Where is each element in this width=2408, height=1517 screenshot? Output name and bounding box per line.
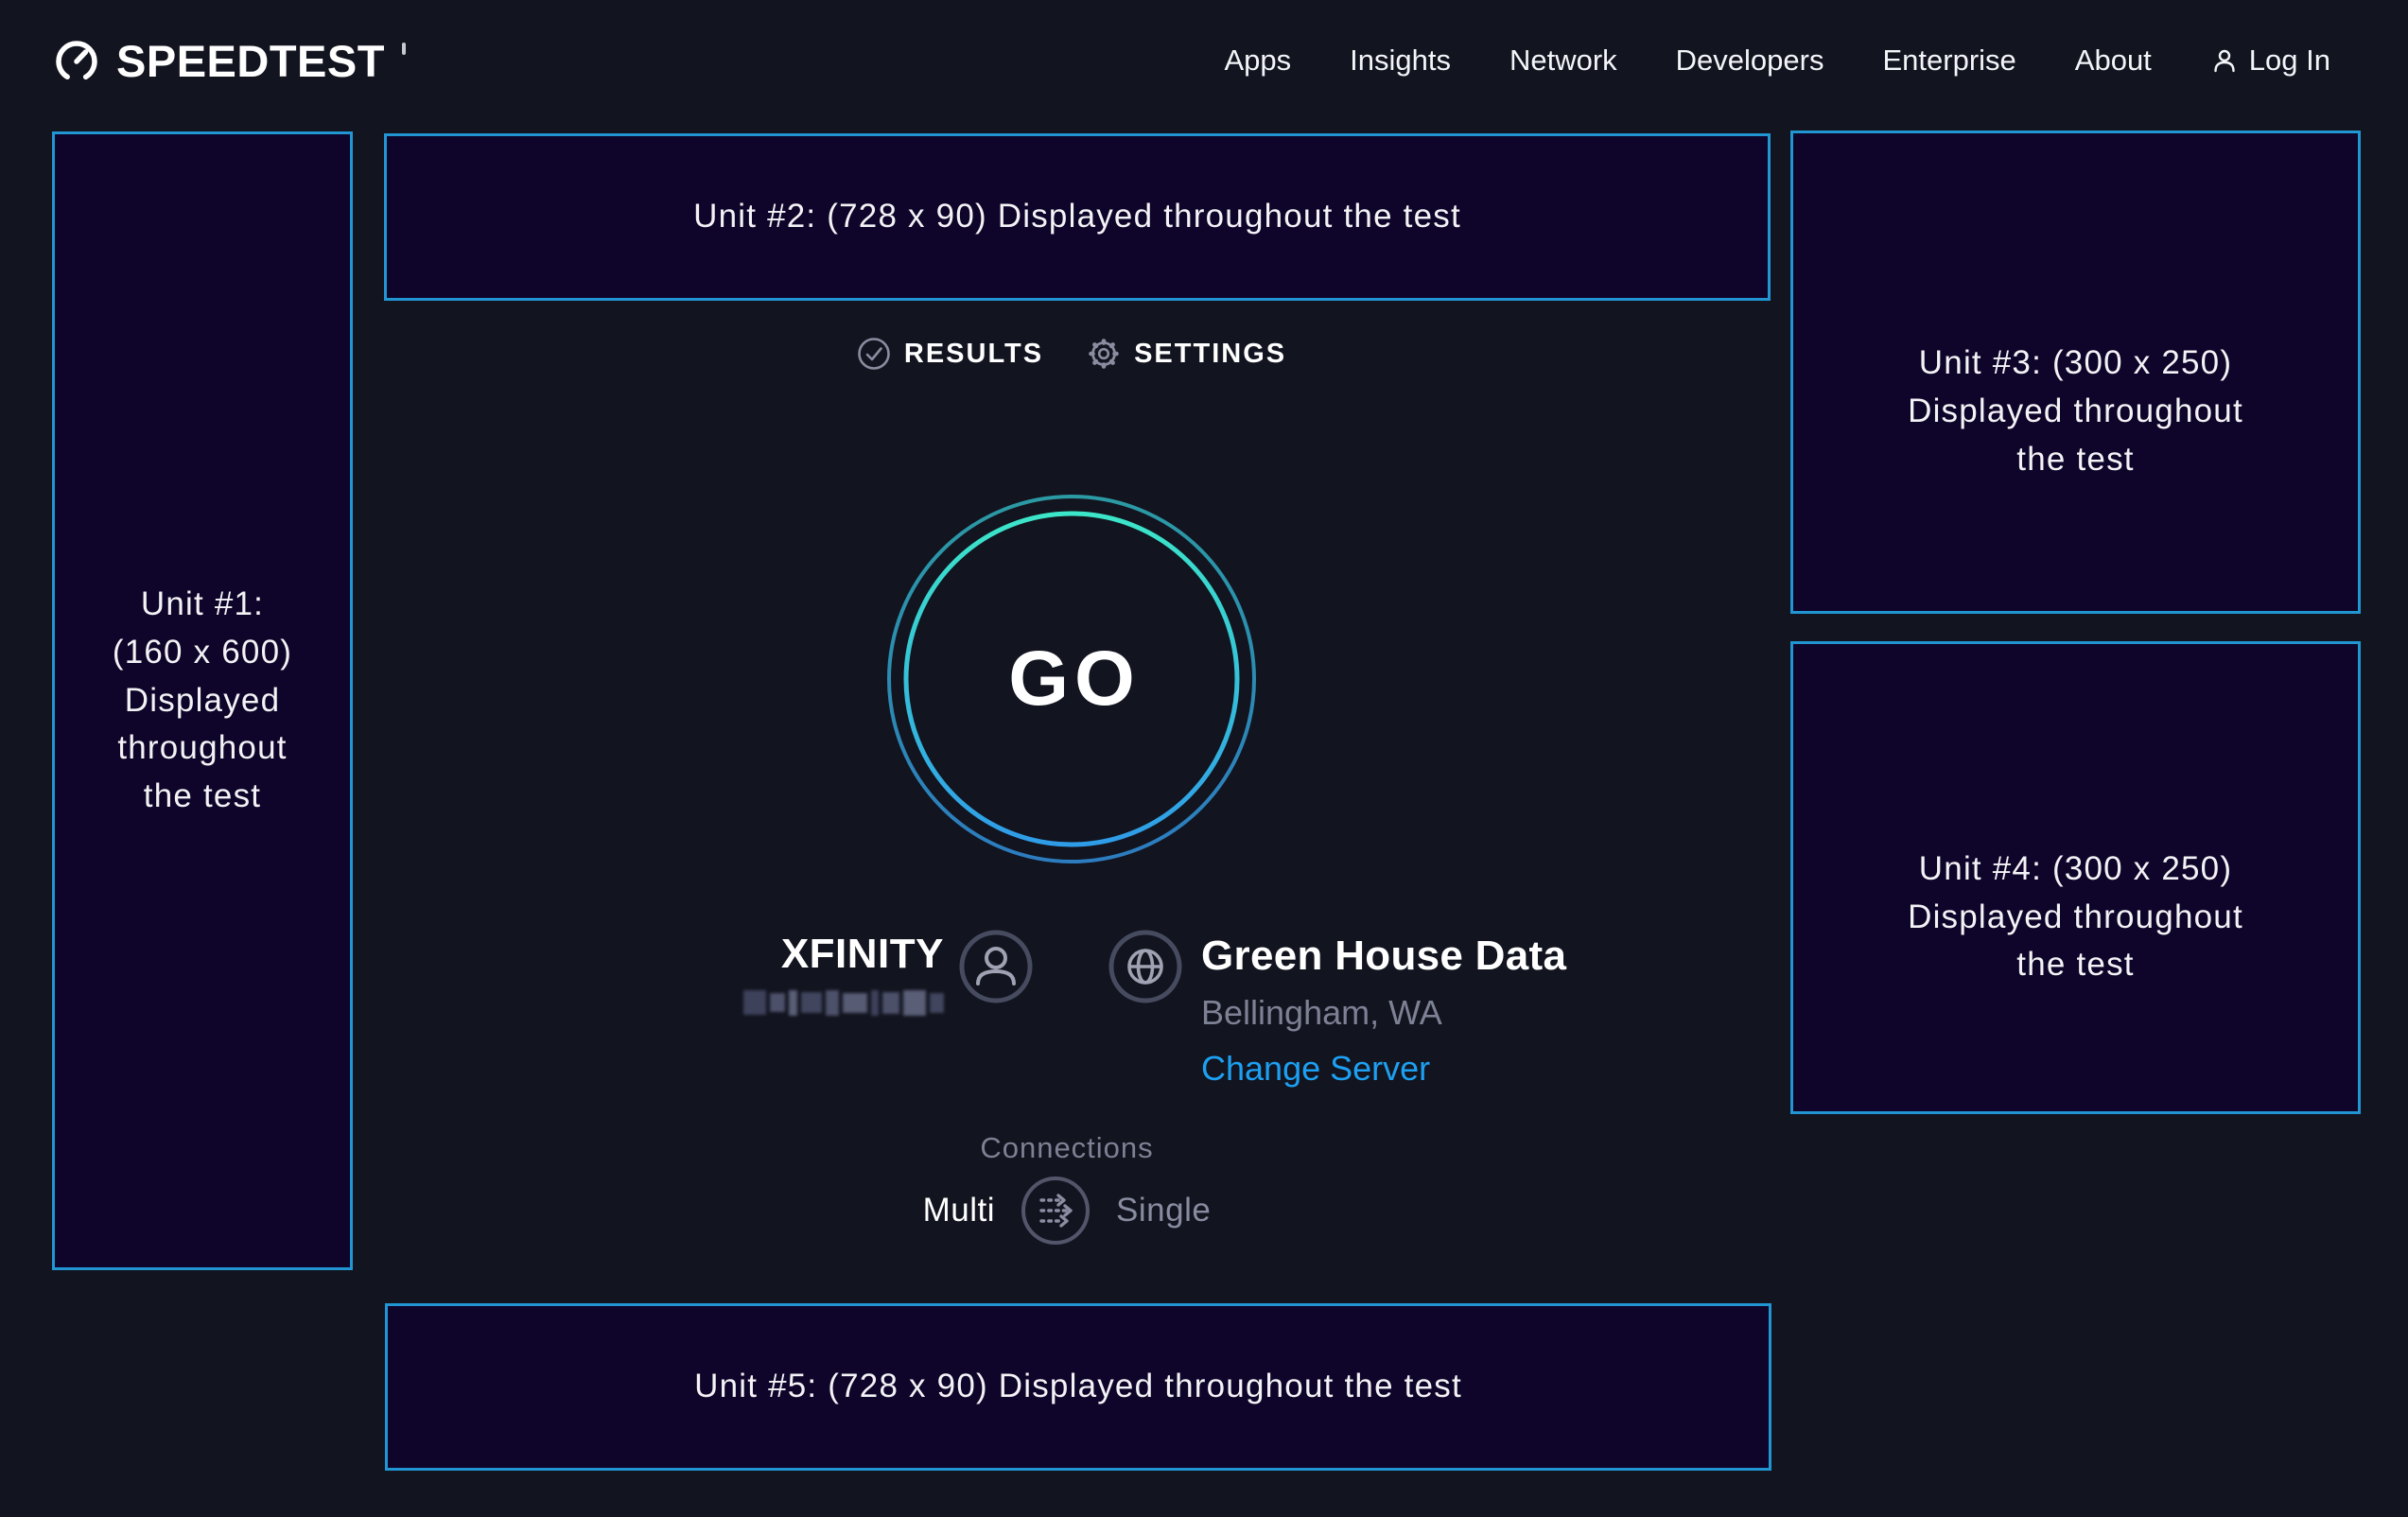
settings-button[interactable]: SETTINGS	[1087, 337, 1286, 371]
login-button[interactable]: Log In	[2210, 44, 2330, 78]
server-globe-icon	[1108, 930, 1182, 1003]
server-location: Bellingham, WA	[1201, 993, 1566, 1033]
results-button[interactable]: RESULTS	[857, 337, 1043, 371]
ad-unit-3[interactable]: Unit #3: (300 x 250) Displayed throughou…	[1790, 131, 2361, 614]
results-settings-toolbar: RESULTS	[0, 337, 2143, 371]
speedtest-logo[interactable]: SPEEDTEST	[52, 36, 406, 85]
isp-block: XFINITY	[734, 931, 944, 1017]
nav-item-about[interactable]: About	[2075, 44, 2152, 78]
server-block: Green House Data Bellingham, WA Change S…	[1201, 933, 1566, 1089]
ad-unit-5[interactable]: Unit #5: (728 x 90) Displayed throughout…	[385, 1303, 1771, 1471]
trademark-mark	[402, 43, 406, 55]
settings-label: SETTINGS	[1134, 339, 1286, 370]
nav-item-network[interactable]: Network	[1509, 44, 1617, 78]
connections-single-option[interactable]: Single	[1116, 1192, 1211, 1229]
ad-unit-1[interactable]: Unit #1: (160 x 600) Displayed throughou…	[52, 131, 353, 1270]
ad-unit-2-label: Unit #2: (728 x 90) Displayed throughout…	[693, 193, 1461, 241]
ad-unit-4-label: Unit #4: (300 x 250) Displayed throughou…	[1896, 846, 2256, 989]
isp-name: XFINITY	[734, 931, 944, 978]
nav-item-insights[interactable]: Insights	[1350, 44, 1451, 78]
isp-user-icon	[959, 930, 1033, 1003]
top-nav: SPEEDTEST Apps Insights Network Develope…	[0, 0, 2408, 121]
redacted-ip	[734, 988, 944, 1017]
speedtest-page: SPEEDTEST Apps Insights Network Develope…	[0, 0, 2408, 1517]
user-icon	[2210, 46, 2239, 75]
results-label: RESULTS	[904, 339, 1043, 370]
connections-multi-option[interactable]: Multi	[923, 1192, 995, 1229]
check-circle-icon	[857, 337, 891, 371]
login-label: Log In	[2249, 44, 2330, 78]
change-server-link[interactable]: Change Server	[1201, 1049, 1566, 1089]
gear-icon	[1087, 337, 1121, 371]
connections-label: Connections	[0, 1131, 2134, 1165]
ad-unit-4[interactable]: Unit #4: (300 x 250) Displayed throughou…	[1790, 641, 2361, 1114]
ad-unit-1-label: Unit #1: (160 x 600) Displayed throughou…	[108, 581, 297, 821]
logo-text: SPEEDTEST	[116, 39, 385, 83]
nav-item-enterprise[interactable]: Enterprise	[1882, 44, 2015, 78]
connections-toggle-icon[interactable]	[1020, 1175, 1091, 1247]
gauge-icon	[52, 36, 101, 85]
go-button[interactable]: GO	[886, 494, 1257, 864]
nav-links: Apps Insights Network Developers Enterpr…	[1224, 44, 2330, 78]
ad-unit-2[interactable]: Unit #2: (728 x 90) Displayed throughout…	[384, 133, 1771, 301]
connections-row: Multi Single	[0, 1175, 2134, 1247]
go-label: GO	[886, 494, 1257, 864]
nav-item-apps[interactable]: Apps	[1224, 44, 1291, 78]
nav-item-developers[interactable]: Developers	[1676, 44, 1824, 78]
server-name: Green House Data	[1201, 933, 1566, 980]
ad-unit-5-label: Unit #5: (728 x 90) Displayed throughout…	[694, 1363, 1462, 1411]
